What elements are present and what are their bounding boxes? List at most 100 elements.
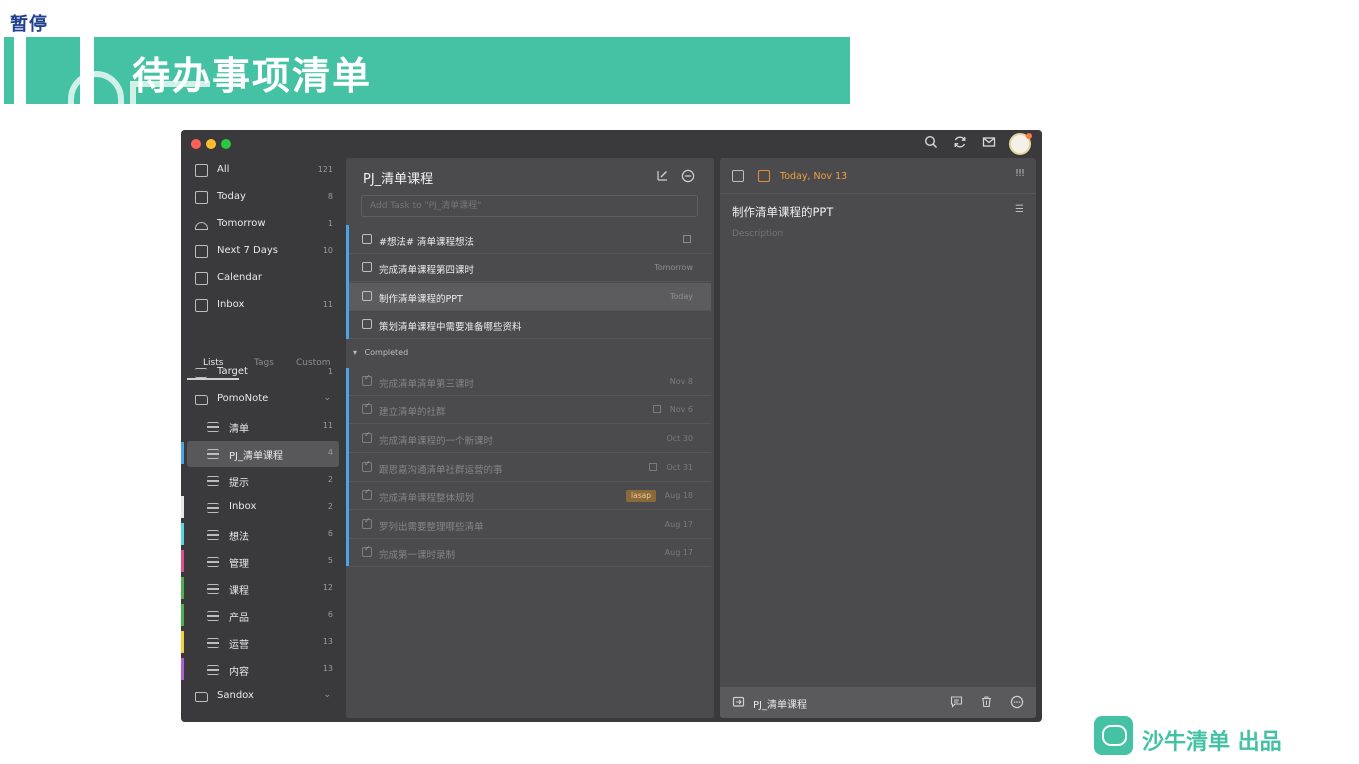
task-checkbox-checked[interactable] [362, 459, 372, 472]
add-task-input[interactable] [361, 195, 698, 217]
sidebar-folder-pomonote[interactable]: PomoNote ⌄ [187, 387, 339, 413]
chevron-down-icon[interactable]: ⌄ [323, 393, 331, 403]
sidebar-item-next-7-days[interactable]: Next 7 Days 10 [187, 239, 339, 265]
title-bar [181, 130, 1042, 158]
sidebar-item-today[interactable]: Today 8 [187, 185, 339, 211]
completed-task-row[interactable]: 罗列出需要整理哪些清单 Aug 17 [349, 511, 711, 539]
banner-stripe [14, 37, 26, 104]
task-checkbox-checked[interactable] [362, 430, 372, 443]
task-checkbox-checked[interactable] [362, 544, 372, 557]
move-list-icon[interactable] [731, 695, 745, 709]
calendar-icon[interactable] [758, 170, 770, 182]
sidebar-item-ideas[interactable]: 想法 6 [187, 522, 339, 548]
list-icon [207, 611, 219, 621]
sidebar-item-label: 提示 [229, 478, 249, 489]
sidebar-item-count: 10 [322, 246, 333, 255]
sidebar-item-count: 6 [327, 610, 333, 619]
sidebar-item-count: 8 [327, 192, 333, 201]
completed-task-row[interactable]: 完成清单课程的一个新课时 Oct 30 [349, 425, 711, 453]
sidebar-item-count: 121 [317, 165, 333, 174]
comment-icon[interactable] [949, 695, 963, 709]
trash-icon[interactable] [979, 695, 993, 709]
list-icon [207, 476, 219, 486]
task-row[interactable]: 策划清单课程中需要准备哪些资料 [349, 311, 711, 339]
sidebar-item-target[interactable]: Target 1 [187, 360, 339, 386]
calendar-icon [195, 272, 208, 285]
brand-text: 沙牛清单 出品 [1142, 730, 1282, 755]
sidebar-item-label: Next 7 Days [217, 245, 278, 256]
sidebar-item-count: 1 [327, 219, 333, 228]
more-options-icon[interactable] [1010, 695, 1024, 709]
minimize-window-button[interactable] [206, 139, 216, 149]
close-window-button[interactable] [191, 139, 201, 149]
task-checkbox-checked[interactable] [362, 373, 372, 386]
mail-icon[interactable] [980, 135, 998, 153]
detail-title[interactable]: 制作清单课程的PPT [732, 204, 833, 220]
completed-task-row[interactable]: 跟思嘉沟通清单社群运营的事 Oct 31 [349, 454, 711, 482]
sidebar-item-qingdan[interactable]: 清单 11 [187, 414, 339, 440]
sidebar-item-operations[interactable]: 运营 13 [187, 630, 339, 656]
task-checkbox-checked[interactable] [362, 401, 372, 414]
detail-checkbox[interactable] [732, 170, 744, 182]
sidebar-item-pj-course[interactable]: PJ_清单课程 4 [187, 441, 339, 467]
task-title: 完成第一课时录制 [379, 550, 456, 561]
sidebar-item-product[interactable]: 产品 6 [187, 603, 339, 629]
completed-section-header[interactable]: ▾ Completed [353, 348, 408, 357]
task-checkbox[interactable] [362, 234, 372, 244]
task-checkbox[interactable] [362, 262, 372, 272]
list-icon [207, 638, 219, 648]
priority-icon[interactable]: !!! [1015, 168, 1025, 179]
zoom-window-button[interactable] [221, 139, 231, 149]
task-checkbox[interactable] [362, 291, 372, 301]
search-icon[interactable] [922, 135, 940, 153]
task-checkbox[interactable] [362, 319, 372, 329]
sidebar-item-all[interactable]: All 121 [187, 158, 339, 184]
sidebar-item-inbox[interactable]: Inbox 11 [187, 293, 339, 319]
sidebar-item-calendar[interactable]: Calendar [187, 266, 339, 292]
note-icon [653, 405, 661, 413]
banner-decoration [68, 71, 124, 104]
detail-footer: PJ_清单课程 [720, 687, 1036, 718]
description-field[interactable]: Description [732, 229, 783, 239]
task-row[interactable]: 完成清单课程第四课时 Tomorrow [349, 254, 711, 282]
inbox-icon [195, 299, 208, 312]
task-row-selected[interactable]: 制作清单课程的PPT Today [349, 283, 711, 311]
task-title: 罗列出需要整理哪些清单 [379, 522, 484, 533]
sidebar-item-label: Sandox [217, 690, 254, 701]
task-date: Nov 6 [669, 405, 693, 414]
sidebar-item-label: 管理 [229, 559, 249, 570]
completed-task-row[interactable]: 完成清单课程整体规划 lasap Aug 18 [349, 482, 711, 510]
task-title: 完成清单课程的一个新课时 [379, 436, 494, 447]
sidebar-item-label: PJ_清单课程 [229, 451, 283, 462]
task-row[interactable]: #想法# 清单课程想法 [349, 226, 711, 254]
completed-task-row[interactable]: 完成清单清单第三课时 Nov 8 [349, 368, 711, 396]
sidebar-item-sub-inbox[interactable]: Inbox 2 [187, 495, 339, 521]
sidebar-item-courses[interactable]: 课程 12 [187, 576, 339, 602]
text-format-icon[interactable]: ☰ [1015, 204, 1024, 215]
list-icon [207, 584, 219, 594]
list-icon [207, 449, 219, 459]
completed-task-row[interactable]: 完成第一课时录制 Aug 17 [349, 539, 711, 567]
sidebar-item-count: 5 [327, 556, 333, 565]
more-options-icon[interactable] [681, 169, 695, 183]
sidebar-folder-sandox[interactable]: Sandox ⌄ [187, 684, 339, 710]
sidebar-item-tips[interactable]: 提示 2 [187, 468, 339, 494]
sidebar-item-management[interactable]: 管理 5 [187, 549, 339, 575]
task-date: Oct 31 [666, 463, 693, 472]
sync-icon[interactable] [951, 135, 969, 153]
footer-list-name[interactable]: PJ_清单课程 [753, 696, 807, 711]
chevron-down-icon: ▾ [353, 348, 358, 357]
due-date[interactable]: Today, Nov 13 [780, 171, 847, 182]
tag-badge[interactable]: lasap [626, 490, 656, 502]
sort-edit-icon[interactable] [655, 169, 669, 183]
avatar[interactable] [1009, 133, 1032, 155]
sidebar-item-label: 清单 [229, 424, 249, 435]
completed-task-row[interactable]: 建立清单的社群 Nov 6 [349, 396, 711, 424]
chevron-down-icon[interactable]: ⌄ [323, 690, 331, 700]
task-checkbox-checked[interactable] [362, 487, 372, 500]
sidebar-item-count: 4 [327, 448, 333, 457]
sidebar-item-content[interactable]: 内容 13 [187, 657, 339, 683]
task-checkbox-checked[interactable] [362, 516, 372, 529]
app-window: All 121 Today 8 Tomorrow 1 Next 7 Days 1… [181, 130, 1042, 722]
sidebar-item-tomorrow[interactable]: Tomorrow 1 [187, 212, 339, 238]
